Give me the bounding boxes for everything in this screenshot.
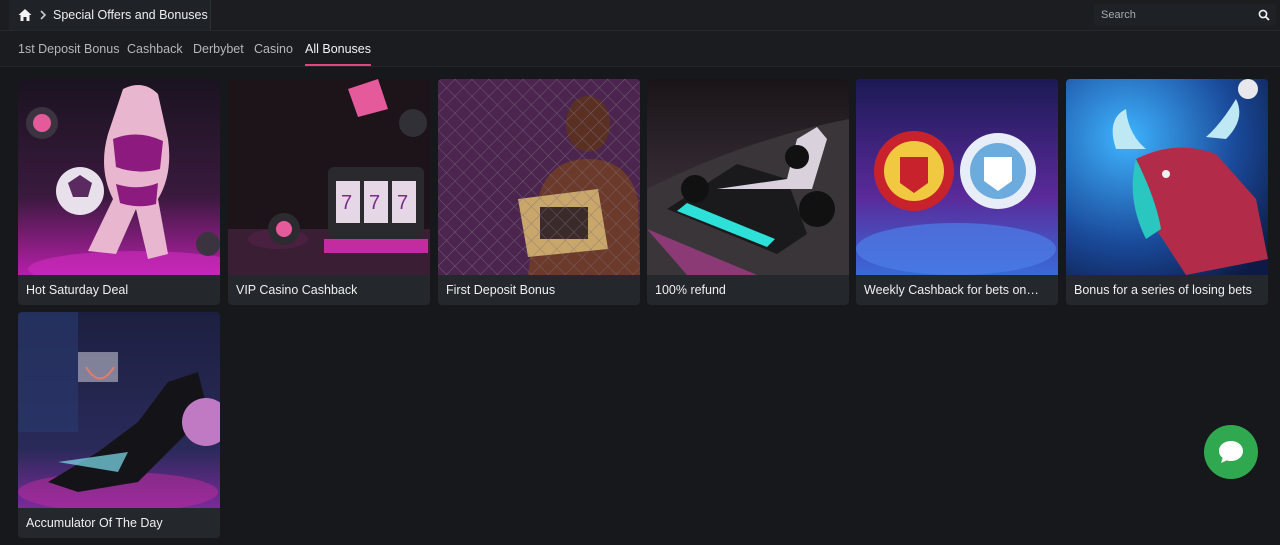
slot-machine-image: 7 7 7 xyxy=(228,79,430,275)
card-title: Hot Saturday Deal xyxy=(26,283,129,297)
svg-text:7: 7 xyxy=(341,192,352,214)
svg-text:7: 7 xyxy=(397,192,408,214)
bonus-card-hot-saturday-deal[interactable]: Hot Saturday Deal xyxy=(18,79,220,305)
card-title: VIP Casino Cashback xyxy=(236,283,358,297)
bonus-card-accumulator-of-the-day[interactable]: Accumulator Of The Day xyxy=(18,312,220,538)
manchester-crests-image xyxy=(856,79,1058,275)
breadcrumb: Special Offers and Bonuses xyxy=(9,0,211,30)
bonus-card-100-refund[interactable]: 100% refund xyxy=(647,79,849,305)
bonus-card-weekly-cashback[interactable]: Weekly Cashback for bets on… xyxy=(856,79,1058,305)
fighter-image xyxy=(438,79,640,275)
chevron-right-icon xyxy=(38,9,48,21)
top-bar: Special Offers and Bonuses xyxy=(0,0,1280,31)
search-box xyxy=(1094,4,1276,26)
page-title: Special Offers and Bonuses xyxy=(53,8,208,22)
tab-casino[interactable]: Casino xyxy=(254,31,293,66)
bonus-card-first-deposit-bonus[interactable]: First Deposit Bonus xyxy=(438,79,640,305)
bonus-card-losing-bets[interactable]: Bonus for a series of losing bets xyxy=(1066,79,1268,305)
card-title: Weekly Cashback for bets on… xyxy=(864,283,1039,297)
tab-1st-deposit-bonus[interactable]: 1st Deposit Bonus xyxy=(18,31,119,66)
card-title: Accumulator Of The Day xyxy=(26,516,163,530)
tab-derbybet[interactable]: Derbybet xyxy=(193,31,244,66)
formula-one-car-image xyxy=(647,79,849,275)
neon-bull-image xyxy=(1066,79,1268,275)
svg-text:7: 7 xyxy=(369,192,380,214)
tab-all-bonuses[interactable]: All Bonuses xyxy=(305,31,372,66)
search-icon[interactable] xyxy=(1258,9,1270,21)
chat-bubble-icon xyxy=(1217,439,1245,465)
category-tabs: 1st Deposit Bonus Cashback Derbybet Casi… xyxy=(0,31,1280,67)
tab-cashback[interactable]: Cashback xyxy=(127,31,183,66)
card-title: Bonus for a series of losing bets xyxy=(1074,283,1252,297)
live-chat-button[interactable] xyxy=(1204,425,1258,479)
basketball-player-image xyxy=(18,312,220,508)
card-title: 100% refund xyxy=(655,283,726,297)
search-input[interactable] xyxy=(1094,4,1244,26)
card-title: First Deposit Bonus xyxy=(446,283,556,297)
home-icon[interactable] xyxy=(18,8,32,22)
bonus-card-vip-casino-cashback[interactable]: 7 7 7 VIP Casino Cashback xyxy=(228,79,430,305)
pink-dancer-image xyxy=(18,79,220,275)
